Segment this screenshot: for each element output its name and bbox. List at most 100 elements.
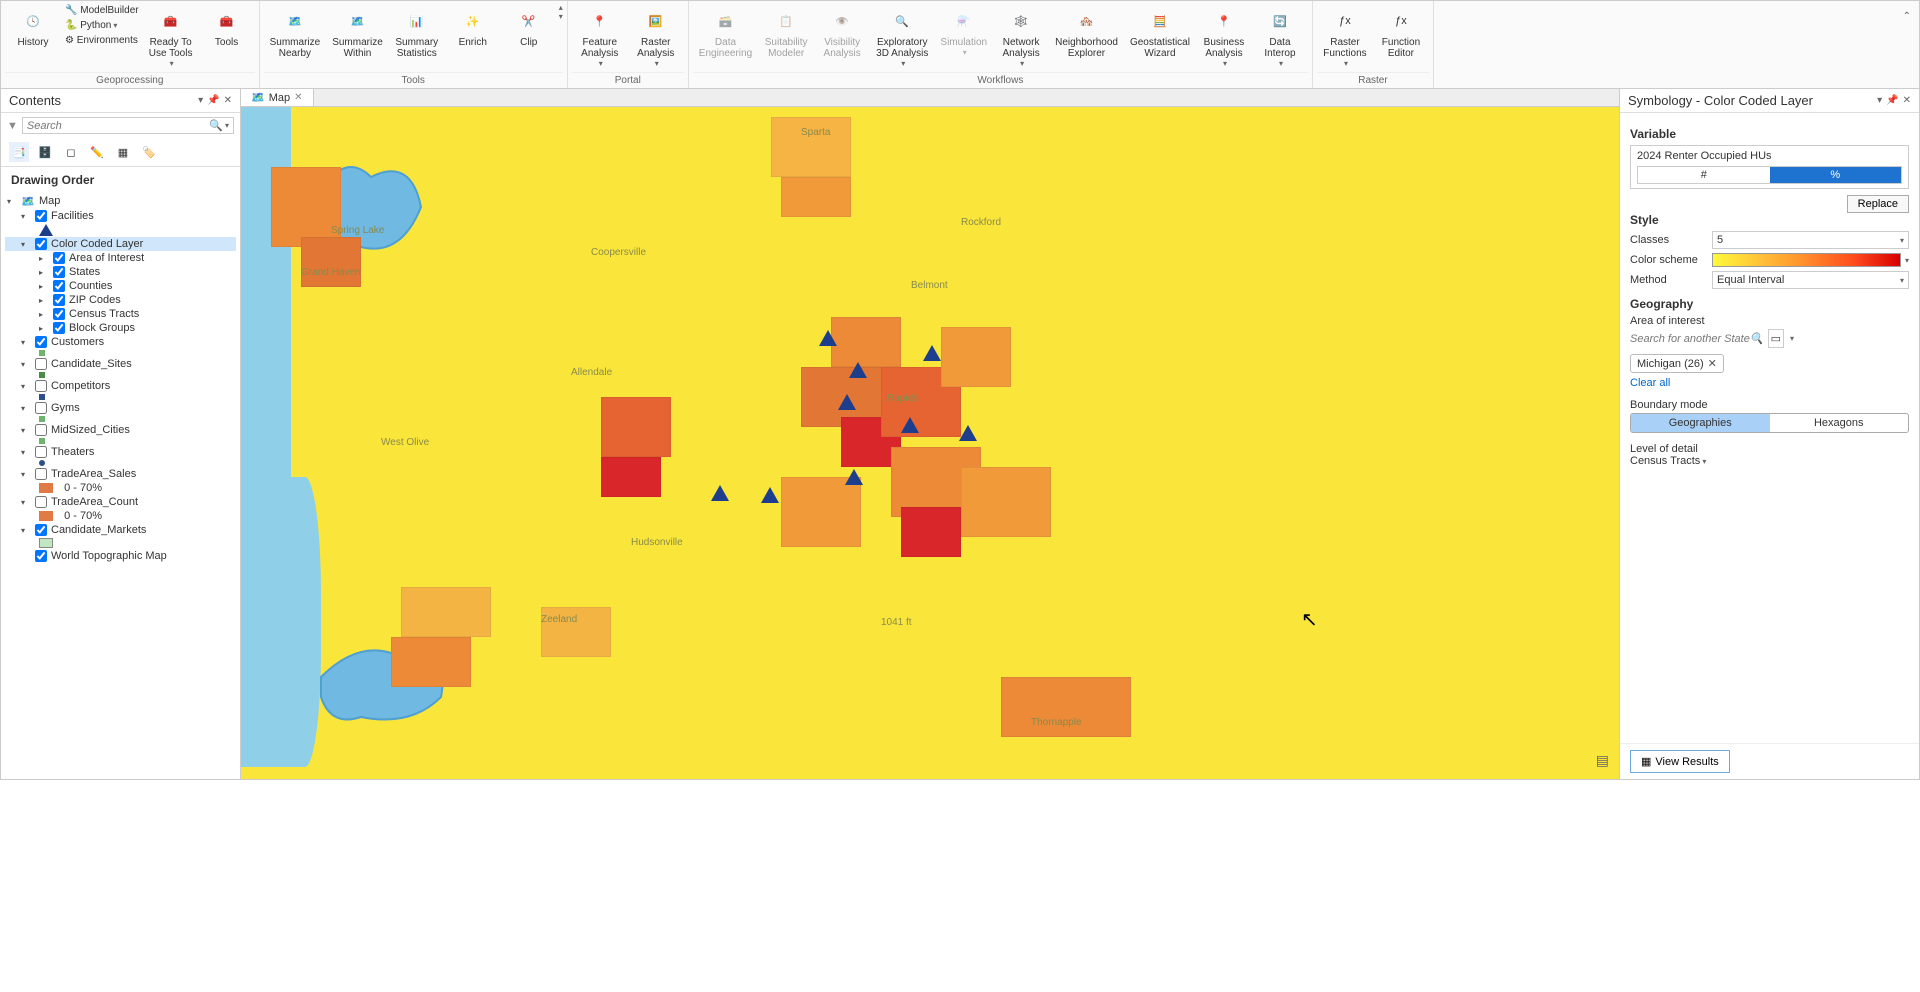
layer-checkbox[interactable] [35, 336, 47, 348]
panel-close-icon[interactable]: ✕ [1903, 95, 1911, 106]
sublayer-aoi[interactable]: ▸Area of Interest [5, 251, 236, 265]
facility-marker[interactable] [711, 485, 729, 501]
layer-candidate-sites[interactable]: ▾Candidate_Sites [5, 357, 236, 371]
facility-marker[interactable] [901, 417, 919, 433]
list-by-selection-icon[interactable]: ◻ [61, 142, 81, 162]
python-button[interactable]: 🐍 Python▾ [61, 18, 143, 33]
symbol-midcities[interactable] [5, 437, 236, 445]
color-scheme-picker[interactable] [1712, 253, 1901, 267]
list-by-editing-icon[interactable]: ✏️ [87, 142, 107, 162]
clear-all-link[interactable]: Clear all [1630, 377, 1670, 389]
facility-marker[interactable] [819, 330, 837, 346]
lod-select[interactable]: Census Tracts▾ [1630, 455, 1909, 467]
layer-checkbox[interactable] [35, 550, 47, 562]
layer-theaters[interactable]: ▾Theaters [5, 445, 236, 459]
environments-button[interactable]: ⚙ Environments [61, 33, 143, 48]
symbol-cand-markets[interactable] [5, 537, 236, 549]
filter-icon[interactable]: ▼ [7, 120, 18, 132]
function-editor-button[interactable]: ƒxFunction Editor [1373, 3, 1429, 63]
panel-pin-icon[interactable]: 📌 [1886, 95, 1898, 106]
layer-checkbox[interactable] [35, 210, 47, 222]
enrich-button[interactable]: ✨Enrich [445, 3, 501, 52]
layer-midcities[interactable]: ▾MidSized_Cities [5, 423, 236, 437]
layer-ta-count[interactable]: ▾TradeArea_Count [5, 495, 236, 509]
network-analysis-button[interactable]: 🕸️Network Analysis▾ [993, 3, 1049, 72]
summarize-within-button[interactable]: 🗺️Summarize Within [326, 3, 389, 63]
layer-checkbox[interactable] [35, 380, 47, 392]
panel-dropdown-icon[interactable]: ▾ [198, 95, 203, 106]
layer-facilities[interactable]: ▾Facilities [5, 209, 236, 223]
layer-competitors[interactable]: ▾Competitors [5, 379, 236, 393]
symbol-ta-sales[interactable]: 0 - 70% [5, 481, 236, 495]
classes-select[interactable]: 5▾ [1712, 231, 1909, 249]
layer-checkbox[interactable] [35, 524, 47, 536]
facility-marker[interactable] [761, 487, 779, 503]
view-results-button[interactable]: ▦View Results [1630, 750, 1730, 773]
remove-chip-icon[interactable]: ✕ [1708, 357, 1717, 370]
list-by-labeling-icon[interactable]: 🏷️ [139, 142, 159, 162]
layer-checkbox[interactable] [35, 424, 47, 436]
layer-gyms[interactable]: ▾Gyms [5, 401, 236, 415]
chevron-down-icon[interactable]: ▾ [559, 12, 563, 21]
history-button[interactable]: 🕓 History [5, 3, 61, 52]
facility-marker[interactable] [923, 345, 941, 361]
layer-checkbox[interactable] [35, 238, 47, 250]
aoi-search[interactable]: Search for another State🔍 [1630, 332, 1764, 345]
layer-checkbox[interactable] [53, 266, 65, 278]
raster-functions-button[interactable]: ƒxRaster Functions▾ [1317, 3, 1373, 72]
clip-button[interactable]: ✂️Clip [501, 3, 557, 52]
geographies-option[interactable]: Geographies [1631, 414, 1770, 432]
symbol-customers[interactable] [5, 349, 236, 357]
layer-customers[interactable]: ▾Customers [5, 335, 236, 349]
sublayer-tracts[interactable]: ▸Census Tracts [5, 307, 236, 321]
symbol-theaters[interactable] [5, 459, 236, 467]
layer-candidate-markets[interactable]: ▾Candidate_Markets [5, 523, 236, 537]
map-canvas[interactable]: Sparta Rockford Grand Haven Spring Lake … [241, 107, 1619, 779]
layer-checkbox[interactable] [35, 402, 47, 414]
panel-dropdown-icon[interactable]: ▾ [1877, 95, 1882, 106]
layer-checkbox[interactable] [53, 252, 65, 264]
data-interop-button[interactable]: 🔄Data Interop▾ [1252, 3, 1308, 72]
simulation-button[interactable]: ⚗️Simulation▾ [934, 3, 993, 61]
symbol-competitors[interactable] [5, 393, 236, 401]
raster-analysis-button[interactable]: 🖼️Raster Analysis▾ [628, 3, 684, 72]
ribbon-collapse-icon[interactable]: ⌃ [1903, 11, 1911, 22]
chevron-up-icon[interactable]: ▴ [559, 3, 563, 12]
map-extent-icon[interactable]: ▭ [1768, 329, 1784, 348]
close-icon[interactable]: ✕ [294, 92, 302, 103]
percent-toggle[interactable]: % [1770, 167, 1902, 183]
chevron-down-icon[interactable]: ▾ [1905, 256, 1909, 265]
layer-checkbox[interactable] [35, 496, 47, 508]
layer-checkbox[interactable] [53, 294, 65, 306]
feature-analysis-button[interactable]: 📍Feature Analysis▾ [572, 3, 628, 72]
sublayer-states[interactable]: ▸States [5, 265, 236, 279]
exploratory-3d-button[interactable]: 🔍Exploratory 3D Analysis▾ [870, 3, 934, 72]
sublayer-bgs[interactable]: ▸Block Groups [5, 321, 236, 335]
search-icon[interactable]: 🔍 [209, 119, 223, 132]
map-tab[interactable]: 🗺️ Map ✕ [241, 89, 314, 106]
panel-close-icon[interactable]: ✕ [224, 95, 232, 106]
sublayer-zips[interactable]: ▸ZIP Codes [5, 293, 236, 307]
modelbuilder-button[interactable]: 🔧 ModelBuilder [61, 3, 143, 18]
layer-basemap[interactable]: World Topographic Map [5, 549, 236, 563]
facility-marker[interactable] [959, 425, 977, 441]
navigator-icon[interactable]: ▤ [1596, 752, 1609, 769]
method-select[interactable]: Equal Interval▾ [1712, 271, 1909, 289]
ready-tools-button[interactable]: 🧰 Ready To Use Tools▾ [143, 3, 199, 72]
sublayer-counties[interactable]: ▸Counties [5, 279, 236, 293]
layer-checkbox[interactable] [35, 468, 47, 480]
chevron-down-icon[interactable]: ▾ [1790, 334, 1794, 343]
data-engineering-button[interactable]: 🗃️Data Engineering [693, 3, 758, 63]
contents-search-input[interactable] [27, 120, 209, 132]
facility-marker[interactable] [838, 394, 856, 410]
layer-checkbox[interactable] [53, 308, 65, 320]
summary-stats-button[interactable]: 📊Summary Statistics [389, 3, 445, 63]
contents-search[interactable]: 🔍 ▾ [22, 117, 234, 134]
summarize-nearby-button[interactable]: 🗺️Summarize Nearby [264, 3, 327, 63]
hexagons-option[interactable]: Hexagons [1770, 414, 1909, 432]
panel-pin-icon[interactable]: 📌 [207, 95, 219, 106]
geostatistical-button[interactable]: 🧮Geostatistical Wizard [1124, 3, 1196, 63]
layer-ta-sales[interactable]: ▾TradeArea_Sales [5, 467, 236, 481]
symbol-facilities[interactable] [5, 223, 236, 237]
replace-button[interactable]: Replace [1847, 195, 1909, 213]
